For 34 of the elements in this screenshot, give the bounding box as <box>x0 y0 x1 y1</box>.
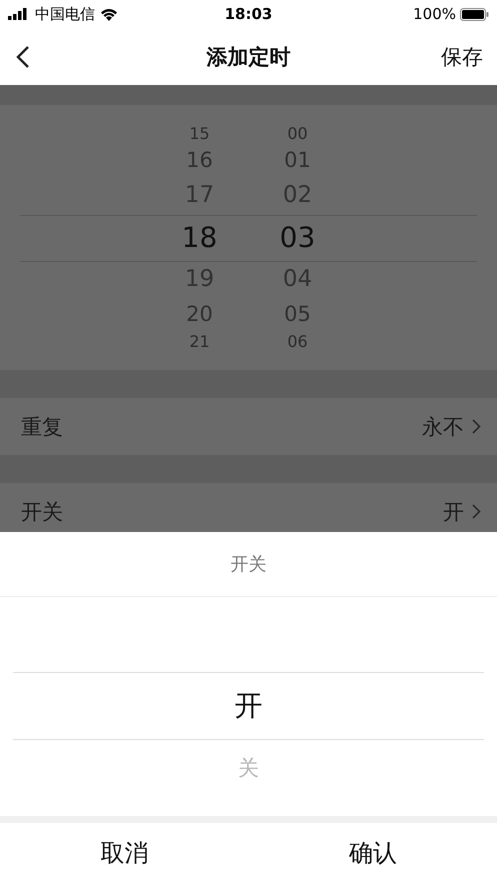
picker-number[interactable]: 03 <box>280 214 316 260</box>
carrier-name: 中国电信 <box>35 4 95 24</box>
picker-number[interactable]: 18 <box>182 214 218 260</box>
settings-row[interactable]: 开关 开 <box>0 483 497 532</box>
row-value: 开 <box>443 498 464 526</box>
picker-number[interactable]: 15 <box>189 122 210 144</box>
picker-number[interactable]: 00 <box>287 122 308 144</box>
chevron-icon <box>472 419 481 434</box>
picker-number[interactable]: 17 <box>184 176 214 214</box>
battery-icon <box>460 8 489 20</box>
row-label: 开关 <box>21 498 63 526</box>
settings-row[interactable]: 重复 永不 <box>0 398 497 455</box>
picker-option[interactable]: 关 <box>0 740 497 796</box>
picker-option[interactable]: 开 <box>13 672 484 740</box>
back-icon <box>16 44 30 68</box>
back-button[interactable] <box>16 44 30 68</box>
picker-number[interactable]: 05 <box>284 298 311 330</box>
picker-number[interactable]: 02 <box>282 176 312 214</box>
wifi-icon <box>100 8 118 20</box>
sheet-title: 开关 <box>230 553 266 576</box>
chevron-icon <box>472 504 481 519</box>
clock-time: 18:03 <box>224 5 272 23</box>
battery-percent: 100% <box>413 5 456 23</box>
picker-number[interactable]: 01 <box>284 144 311 176</box>
picker-number[interactable]: 16 <box>186 144 213 176</box>
save-button[interactable]: 保存 <box>441 42 483 70</box>
row-label: 重复 <box>21 414 63 440</box>
picker-number[interactable]: 21 <box>189 330 210 352</box>
picker-number[interactable]: 06 <box>287 330 308 352</box>
page-title: 添加定时 <box>206 44 290 68</box>
picker-number[interactable]: 04 <box>282 260 312 298</box>
picker-number[interactable]: 20 <box>186 298 213 330</box>
picker-number[interactable]: 19 <box>184 260 214 298</box>
row-value: 永不 <box>422 414 464 440</box>
